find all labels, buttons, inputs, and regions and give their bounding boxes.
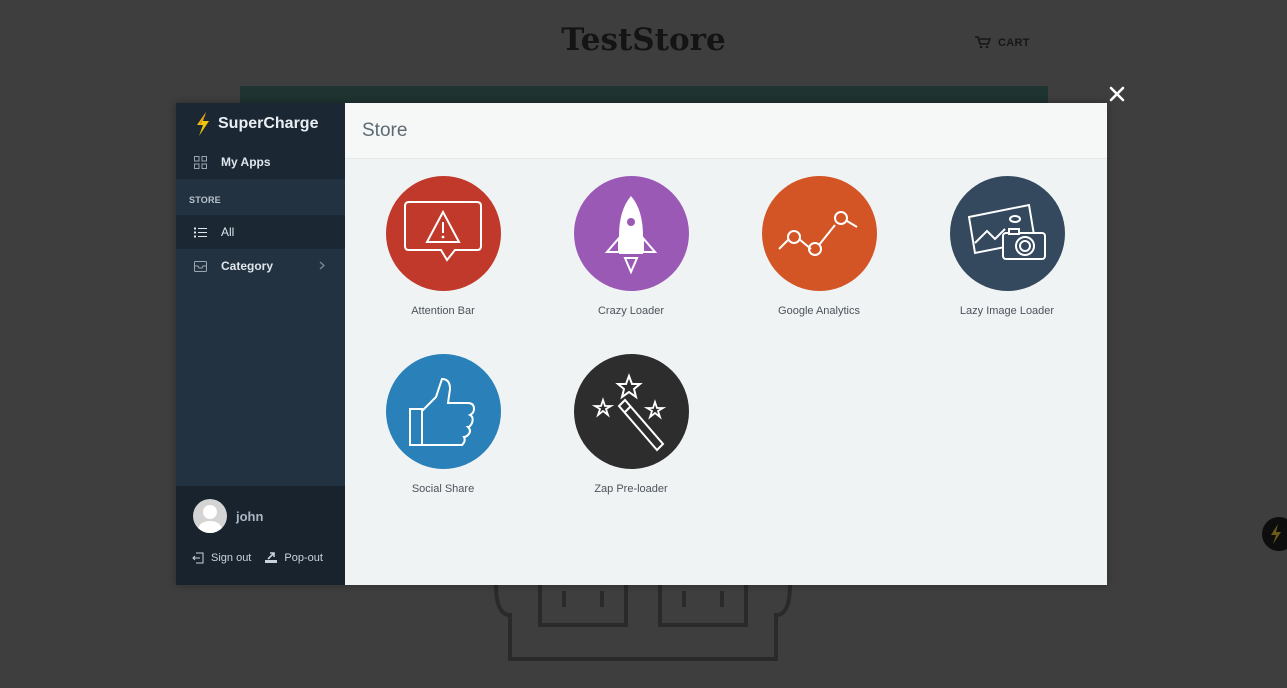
sidebar-item-label: Category (221, 259, 274, 273)
app-card-crazy-loader[interactable]: Crazy Loader (551, 176, 711, 317)
alert-icon (404, 200, 482, 262)
sidebar-item-category[interactable]: Category (176, 249, 345, 283)
chevron-right-icon (319, 261, 325, 270)
app-card-social-share[interactable]: Social Share (363, 354, 523, 495)
user-panel: john Sign out Pop-out (176, 486, 345, 585)
pop-out-label: Pop-out (284, 552, 323, 564)
page-title: Store (362, 119, 408, 141)
app-label: Attention Bar (411, 305, 475, 317)
main-header: Store (345, 103, 1107, 159)
bolt-icon (197, 112, 209, 136)
user-silhouette-icon (197, 505, 223, 533)
avatar (193, 499, 227, 533)
app-icon-circle (573, 354, 689, 469)
sidebar: SuperCharge My Apps STORE All Category j… (176, 103, 345, 585)
app-label: Lazy Image Loader (959, 305, 1055, 317)
thumbs-up-icon (409, 377, 476, 446)
photo-camera-icon (967, 203, 1046, 260)
app-card-attention-bar[interactable]: Attention Bar (363, 176, 523, 317)
user-actions: Sign out Pop-out (192, 552, 323, 564)
list-icon (194, 227, 207, 237)
user-row: john (193, 499, 263, 533)
brand-name: SuperCharge (218, 115, 319, 132)
grid-icon (194, 155, 207, 169)
cart-link[interactable]: CART (975, 36, 1030, 49)
outlet-illustration (494, 585, 792, 661)
app-icon-circle (761, 176, 877, 291)
store-title: TestStore (561, 22, 726, 58)
supercharge-modal: SuperCharge My Apps STORE All Category j… (176, 103, 1107, 585)
sign-out-icon (192, 552, 204, 564)
envelope-icon (194, 260, 207, 272)
app-label: Crazy Loader (597, 305, 665, 317)
magic-wand-icon (591, 372, 667, 451)
supercharge-launcher-button[interactable] (1262, 517, 1287, 551)
app-icon-circle (385, 354, 501, 469)
pop-out-icon (265, 552, 278, 563)
store-banner (240, 86, 1048, 104)
store-main: Store Attention Bar Crazy Loader Google … (345, 103, 1107, 585)
app-card-google-analytics[interactable]: Google Analytics (739, 176, 899, 317)
sign-out-button[interactable]: Sign out (192, 552, 251, 564)
rocket-icon (604, 195, 658, 275)
sidebar-item-my-apps[interactable]: My Apps (176, 145, 345, 179)
brand: SuperCharge (176, 103, 345, 145)
pop-out-button[interactable]: Pop-out (265, 552, 323, 564)
sidebar-item-label: My Apps (221, 155, 271, 169)
cart-label: CART (998, 36, 1030, 49)
app-icon-circle (573, 176, 689, 291)
sidebar-item-all[interactable]: All (176, 215, 345, 249)
app-icon-circle (385, 176, 501, 291)
sign-out-label: Sign out (211, 552, 252, 564)
user-name: john (236, 508, 264, 524)
app-card-lazy-image-loader[interactable]: Lazy Image Loader (927, 176, 1087, 317)
app-label: Zap Pre-loader (594, 483, 668, 495)
app-label: Google Analytics (778, 305, 860, 317)
app-label: Social Share (411, 483, 475, 495)
sidebar-item-label: All (221, 225, 235, 239)
sidebar-section-store: STORE (189, 195, 221, 205)
app-icon-circle (949, 176, 1065, 291)
close-icon[interactable] (1106, 83, 1128, 105)
bolt-icon (1271, 524, 1281, 544)
line-chart-icon (778, 210, 858, 256)
cart-icon (975, 36, 991, 49)
app-card-zap-pre-loader[interactable]: Zap Pre-loader (551, 354, 711, 495)
